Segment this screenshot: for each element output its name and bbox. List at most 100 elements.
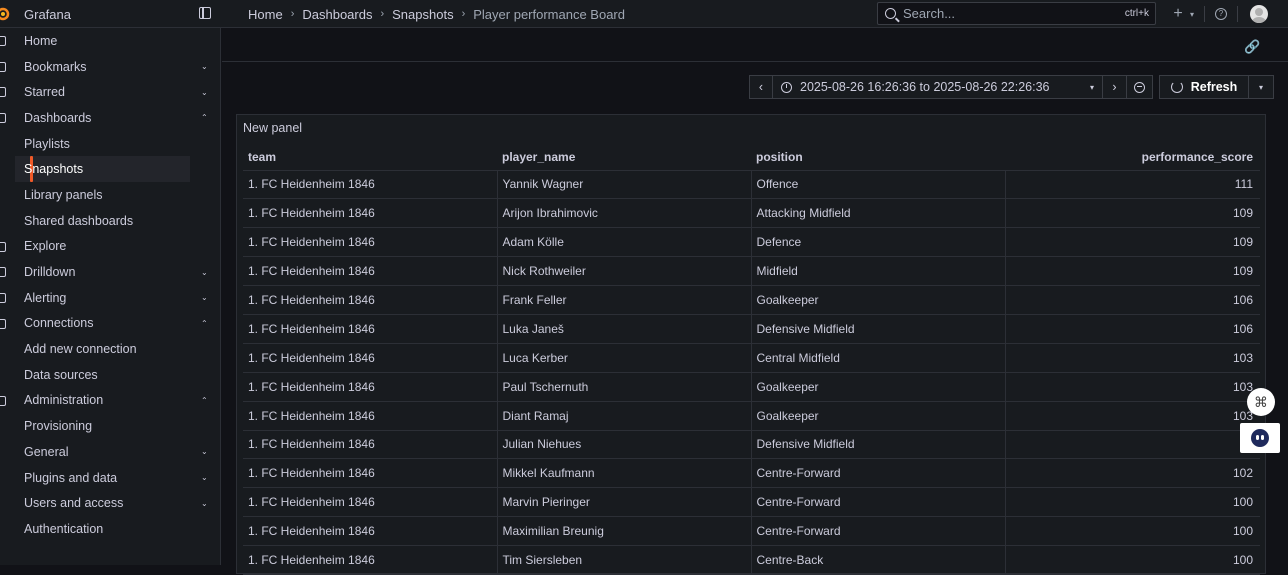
chevron-down-icon[interactable]: ⌄ (201, 88, 208, 97)
table-cell-performance-score: 111 (1005, 170, 1260, 200)
table-cell-performance-score: 103 (1005, 372, 1260, 402)
sidebar-item-add-new-connection[interactable]: Add new connection (0, 336, 220, 362)
sidebar-item-playlists[interactable]: Playlists (0, 131, 220, 157)
help-icon[interactable]: ? (1215, 8, 1228, 20)
sidebar-item-administration[interactable]: Administration ⌃ (0, 388, 220, 414)
refresh-button[interactable]: Refresh (1159, 75, 1249, 99)
chevron-up-icon[interactable]: ⌃ (201, 319, 208, 328)
sidebar-item-library-panels[interactable]: Library panels (0, 182, 220, 208)
sidebar-item-home[interactable]: Home (0, 28, 220, 54)
sidebar-item-label: Add new connection (24, 342, 137, 357)
sidebar-item-data-sources[interactable]: Data sources (0, 362, 220, 388)
table-row[interactable]: 1. FC Heidenheim 1846 Luka Janeš Defensive… (243, 314, 1260, 344)
sidebar-item-bookmarks[interactable]: Bookmarks ⌄ (0, 54, 220, 80)
sidebar-item-shared-dashboards[interactable]: Shared dashboards (0, 208, 220, 234)
table-cell-team: 1. FC Heidenheim 1846 (243, 516, 498, 547)
data-table: team player_name position performance_sc… (243, 145, 1260, 575)
sidebar-item-connections[interactable]: Connections ⌃ (0, 311, 220, 337)
table-row[interactable]: 1. FC Heidenheim 1846 Paul Tschernuth Goal… (243, 372, 1260, 402)
zoom-out-icon (1134, 81, 1145, 93)
sidebar-item-label: Administration (24, 393, 104, 408)
chevron-right-icon: › (380, 8, 385, 20)
sidebar-item-provisioning[interactable]: Provisioning (0, 413, 220, 439)
sidebar-item-general[interactable]: General ⌄ (0, 439, 220, 465)
column-header-position[interactable]: position (751, 145, 1005, 171)
connections-icon (0, 318, 6, 329)
chevron-right-icon: › (290, 8, 295, 20)
table-row[interactable]: 1. FC Heidenheim 1846 Frank Feller Goalkee… (243, 285, 1260, 315)
table-row[interactable]: 1. FC Heidenheim 1846 Diant Ramaj Goalkeep… (243, 401, 1260, 431)
chevron-down-icon[interactable]: ⌄ (201, 293, 208, 302)
table-row[interactable]: 1. FC Heidenheim 1846 Adam Kölle Defence 10… (243, 227, 1260, 258)
sidebar-item-label: Starred (24, 85, 65, 100)
sidebar-item-label: Users and access (24, 496, 124, 511)
table-row[interactable]: 1. FC Heidenheim 1846 Mikkel Kaufmann Cent… (243, 458, 1260, 489)
time-range-picker[interactable]: 2025-08-26 16:26:36 to 2025-08-26 22:26:… (772, 75, 1103, 99)
breadcrumb-current: Player performance Board (473, 6, 625, 22)
dock-menu-icon[interactable] (199, 7, 211, 19)
chevron-down-icon[interactable]: ⌄ (201, 473, 208, 482)
table-cell-team: 1. FC Heidenheim 1846 (243, 256, 498, 287)
sidebar-item-dashboards[interactable]: Dashboards ⌃ (0, 105, 220, 131)
sidebar-item-users-and-access[interactable]: Users and access ⌄ (0, 490, 220, 516)
command-palette-icon[interactable]: ⌘ (1247, 388, 1275, 416)
bot-icon (1251, 429, 1269, 447)
table-row[interactable]: 1. FC Heidenheim 1846 Marvin Pieringer Cen… (243, 487, 1260, 518)
table-row[interactable]: 1. FC Heidenheim 1846 Nick Rothweiler Midf… (243, 256, 1260, 287)
explore-icon (0, 241, 6, 252)
zoom-out-button[interactable] (1126, 75, 1153, 99)
table-cell-position: Goalkeeper (751, 401, 1006, 431)
chevron-down-icon[interactable]: ▾ (1190, 10, 1194, 19)
app-title[interactable]: Grafana (24, 7, 71, 22)
table-cell-performance-score: 109 (1005, 256, 1260, 287)
sidebar-item-snapshots[interactable]: Snapshots (15, 156, 190, 183)
avatar[interactable] (1250, 5, 1269, 23)
column-header-player-name[interactable]: player_name (497, 145, 751, 171)
sidebar-item-label: General (24, 444, 69, 459)
sidebar-item-alerting[interactable]: Alerting ⌄ (0, 285, 220, 311)
table-row[interactable]: 1. FC Heidenheim 1846 Tim Siersleben Centr… (243, 545, 1260, 575)
table-row[interactable]: 1. FC Heidenheim 1846 Yannik Wagner Offenc… (243, 170, 1260, 200)
breadcrumb-dashboards[interactable]: Dashboards (302, 7, 372, 22)
table-cell-player-name: Nick Rothweiler (497, 256, 752, 287)
divider (1237, 6, 1239, 22)
grafana-logo-icon[interactable] (0, 7, 10, 21)
sidebar-item-explore[interactable]: Explore (0, 234, 220, 260)
table-cell-team: 1. FC Heidenheim 1846 (243, 285, 498, 315)
table-cell-position: Centre-Forward (751, 487, 1006, 518)
table-row[interactable]: 1. FC Heidenheim 1846 Maximilian Breunig C… (243, 516, 1260, 547)
time-forward-button[interactable]: › (1102, 75, 1127, 99)
sidebar-item-plugins-and-data[interactable]: Plugins and data ⌄ (0, 465, 220, 491)
table-row[interactable]: 1. FC Heidenheim 1846 Julian Niehues Defen… (243, 430, 1260, 460)
assistant-bot-button[interactable] (1240, 423, 1280, 453)
time-back-button[interactable]: ‹ (749, 75, 773, 99)
link-icon[interactable]: 🔗 (1244, 39, 1260, 54)
chevron-up-icon[interactable]: ⌃ (201, 396, 208, 405)
column-header-team[interactable]: team (243, 145, 497, 171)
chevron-down-icon[interactable]: ⌄ (201, 62, 208, 71)
table-row[interactable]: 1. FC Heidenheim 1846 Luca Kerber Central … (243, 343, 1260, 373)
table-cell-player-name: Julian Niehues (497, 430, 752, 460)
column-header-performance-score[interactable]: performance_score (1005, 145, 1260, 171)
breadcrumb-home[interactable]: Home (248, 7, 283, 22)
sidebar-item-label: Bookmarks (24, 59, 87, 74)
chevron-right-icon: › (1112, 80, 1117, 94)
sidebar-item-starred[interactable]: Starred ⌄ (0, 79, 220, 105)
panel-title[interactable]: New panel (243, 121, 302, 135)
chevron-down-icon[interactable]: ⌄ (201, 447, 208, 456)
table-cell-team: 1. FC Heidenheim 1846 (243, 458, 498, 489)
chevron-up-icon[interactable]: ⌃ (201, 113, 208, 122)
new-plus-icon[interactable]: + (1166, 5, 1190, 23)
breadcrumb-snapshots[interactable]: Snapshots (392, 7, 453, 22)
sidebar-item-authentication[interactable]: Authentication (0, 516, 220, 542)
search-input[interactable]: Search... ctrl+k (877, 2, 1156, 25)
sidebar-item-label: Drilldown (24, 265, 76, 280)
sidebar-item-drilldown[interactable]: Drilldown ⌄ (0, 259, 220, 285)
table-row[interactable]: 1. FC Heidenheim 1846 Arijon Ibrahimovic A… (243, 198, 1260, 229)
chevron-right-icon: › (461, 8, 466, 20)
table-cell-position: Offence (751, 170, 1006, 200)
bell-icon (0, 292, 6, 303)
chevron-down-icon[interactable]: ⌄ (201, 268, 208, 277)
refresh-interval-dropdown[interactable]: ▾ (1248, 75, 1274, 99)
chevron-down-icon[interactable]: ⌄ (201, 499, 208, 508)
